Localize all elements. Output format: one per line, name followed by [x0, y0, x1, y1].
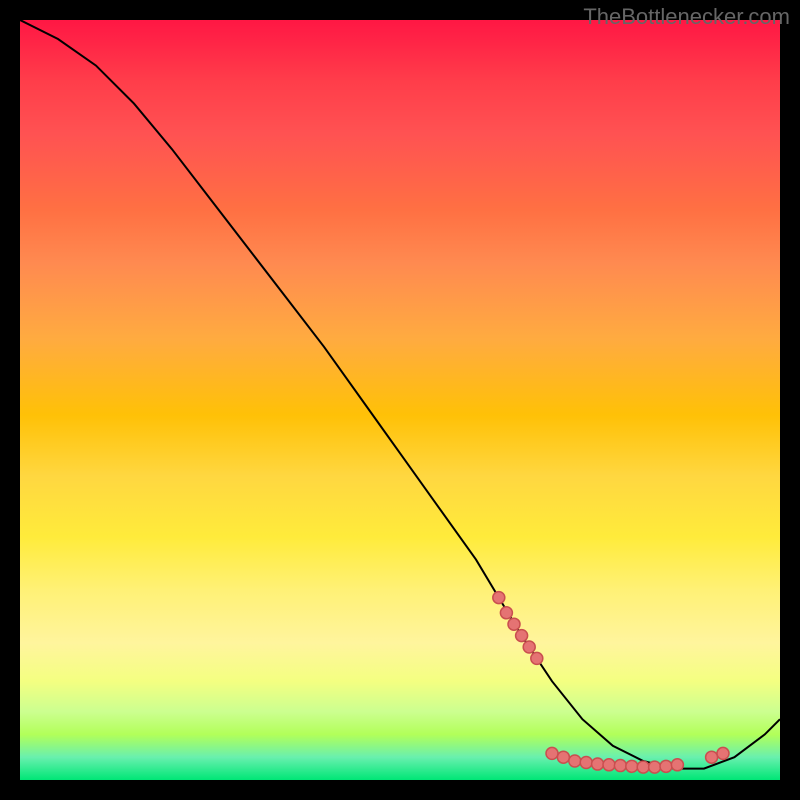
data-marker — [523, 641, 535, 653]
data-marker — [546, 747, 558, 759]
data-marker — [531, 652, 543, 664]
data-marker — [508, 618, 520, 630]
data-marker — [614, 760, 626, 772]
plot-area — [20, 20, 780, 780]
data-marker — [493, 592, 505, 604]
data-marker — [580, 757, 592, 769]
data-marker — [516, 630, 528, 642]
data-marker — [660, 760, 672, 772]
data-marker — [500, 607, 512, 619]
chart-svg — [20, 20, 780, 780]
data-marker — [717, 747, 729, 759]
data-marker — [706, 751, 718, 763]
data-marker — [626, 760, 638, 772]
data-marker — [671, 759, 683, 771]
data-marker — [592, 758, 604, 770]
data-marker — [603, 759, 615, 771]
data-marker — [569, 755, 581, 767]
watermark-text: TheBottlenecker.com — [583, 4, 790, 30]
data-markers — [493, 592, 729, 773]
data-marker — [637, 761, 649, 773]
bottleneck-curve — [20, 20, 780, 769]
data-marker — [649, 761, 661, 773]
data-marker — [557, 751, 569, 763]
